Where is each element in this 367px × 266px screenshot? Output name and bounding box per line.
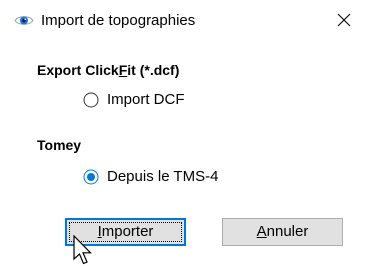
tomey-group-label: Tomey	[37, 137, 82, 153]
eye-icon	[14, 14, 34, 27]
window-title: Import de topographies	[41, 12, 196, 29]
radio-checked-icon[interactable]	[83, 169, 99, 185]
mouse-pointer-icon	[73, 235, 92, 265]
clickfit-group-label: Export ClickFit (*.dcf)	[37, 62, 180, 78]
tms4-label: Depuis le TMS-4	[107, 168, 219, 185]
title-bar: Import de topographies	[0, 0, 367, 40]
cancel-button[interactable]: Annuler	[222, 218, 343, 246]
close-icon	[337, 13, 351, 27]
close-button[interactable]	[321, 0, 367, 40]
radio-unchecked-icon[interactable]	[83, 92, 99, 108]
import-dcf-label: Import DCF	[107, 91, 185, 108]
import-dcf-radio[interactable]: Import DCF	[83, 90, 243, 110]
tms4-radio[interactable]: Depuis le TMS-4	[83, 167, 253, 187]
import-dialog: Import de topographies Export ClickFit (…	[0, 0, 367, 266]
dialog-body: Export ClickFit (*.dcf) Import DCF Tomey…	[0, 40, 367, 266]
